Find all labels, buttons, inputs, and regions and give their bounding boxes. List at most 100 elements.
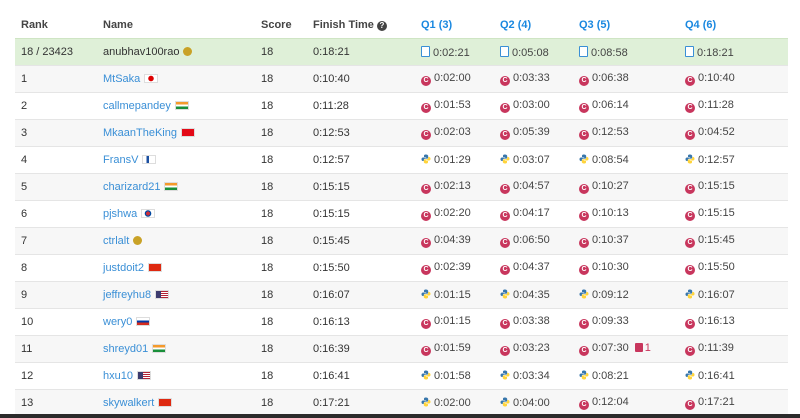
username-link[interactable]: FransV <box>103 154 138 166</box>
q4-cell[interactable]: C 0:10:40 <box>679 65 788 93</box>
q2-cell[interactable]: 0:04:35 <box>494 281 573 309</box>
q-time: 0:17:21 <box>698 396 735 408</box>
name-cell: FransV <box>97 146 255 174</box>
header-q2[interactable]: Q2 (4) <box>494 12 573 39</box>
q4-cell[interactable]: 0:16:07 <box>679 281 788 309</box>
rank-cell: 9 <box>15 281 97 309</box>
header-finish-time: Finish Time? <box>307 12 415 39</box>
table-row: 11 shreyd01 18 0:16:39 C 0:01:59 C 0:03:23 C 0:07… <box>15 335 788 363</box>
q-time: 0:04:39 <box>434 234 471 246</box>
header-q1[interactable]: Q1 (3) <box>415 12 494 39</box>
q2-cell[interactable]: C 0:03:33 <box>494 65 573 93</box>
q3-cell[interactable]: 0:08:54 <box>573 146 679 174</box>
username-link[interactable]: hxu10 <box>103 370 133 382</box>
finish-time-cell: 0:15:50 <box>307 254 415 282</box>
username-link[interactable]: ctrlalt <box>103 235 129 247</box>
q3-cell[interactable]: C 0:07:30 1 <box>573 335 679 363</box>
username-link[interactable]: skywalkert <box>103 397 154 409</box>
username-link[interactable]: MtSaka <box>103 73 140 85</box>
q-time: 0:11:39 <box>698 342 734 354</box>
q-time: 0:07:30 <box>592 342 629 354</box>
q4-cell[interactable]: C 0:11:28 <box>679 92 788 120</box>
q3-cell[interactable]: C 0:10:13 <box>573 200 679 228</box>
q2-cell[interactable]: C 0:04:57 <box>494 173 573 201</box>
q4-cell[interactable]: C 0:11:39 <box>679 335 788 363</box>
username-link[interactable]: wery0 <box>103 316 132 328</box>
q3-cell[interactable]: 0:08:58 <box>573 38 679 66</box>
q4-cell[interactable]: 0:18:21 <box>679 38 788 66</box>
q-time: 0:02:00 <box>434 397 471 409</box>
python-icon <box>421 370 431 380</box>
q2-cell[interactable]: C 0:05:39 <box>494 119 573 147</box>
q2-cell[interactable]: C 0:03:00 <box>494 92 573 120</box>
q4-cell[interactable]: C 0:15:45 <box>679 227 788 255</box>
username-link[interactable]: pjshwa <box>103 208 137 220</box>
help-icon[interactable]: ? <box>376 21 387 31</box>
q3-cell[interactable]: C 0:06:38 <box>573 65 679 93</box>
username-link[interactable]: shreyd01 <box>103 343 148 355</box>
q1-cell[interactable]: 0:01:58 <box>415 362 494 390</box>
korea-flag <box>141 209 156 218</box>
q2-cell[interactable]: 0:03:07 <box>494 146 573 174</box>
q2-cell[interactable]: C 0:03:38 <box>494 308 573 336</box>
q1-cell[interactable]: C 0:01:15 <box>415 308 494 336</box>
q1-cell[interactable]: C 0:01:59 <box>415 335 494 363</box>
q2-cell[interactable]: C 0:04:17 <box>494 200 573 228</box>
q4-cell[interactable]: C 0:15:15 <box>679 173 788 201</box>
username-link[interactable]: callmepandey <box>103 100 171 112</box>
q2-cell[interactable]: C 0:06:50 <box>494 227 573 255</box>
username-link[interactable]: jeffreyhu8 <box>103 289 151 301</box>
q1-cell[interactable]: 0:01:29 <box>415 146 494 174</box>
q-time: 0:12:57 <box>698 154 735 166</box>
header-q3[interactable]: Q3 (5) <box>573 12 679 39</box>
table-row: 6 pjshwa 18 0:15:15 C 0:02:20 C 0:04:17 C 0:10:13… <box>15 200 788 228</box>
q3-cell[interactable]: C 0:10:30 <box>573 254 679 282</box>
q1-cell[interactable]: C 0:02:13 <box>415 173 494 201</box>
q1-cell[interactable]: C 0:02:00 <box>415 65 494 93</box>
q1-cell[interactable]: C 0:01:53 <box>415 92 494 120</box>
q-time: 0:04:37 <box>513 261 550 273</box>
russia-flag <box>136 317 151 326</box>
avatar-badge-icon <box>183 47 193 56</box>
username: anubhav100rao <box>103 46 180 58</box>
q3-cell[interactable]: C 0:06:14 <box>573 92 679 120</box>
q1-cell[interactable]: C 0:04:39 <box>415 227 494 255</box>
q3-cell[interactable]: C 0:09:33 <box>573 308 679 336</box>
header-q4[interactable]: Q4 (6) <box>679 12 788 39</box>
q1-cell[interactable]: C 0:02:20 <box>415 200 494 228</box>
username-link[interactable]: charizard21 <box>103 181 160 193</box>
q4-cell[interactable]: C 0:15:50 <box>679 254 788 282</box>
q3-cell[interactable]: C 0:12:53 <box>573 119 679 147</box>
score-cell: 18 <box>255 281 307 309</box>
q3-cell[interactable]: 0:08:21 <box>573 362 679 390</box>
q1-cell[interactable]: C 0:02:03 <box>415 119 494 147</box>
table-row: 13 skywalkert 18 0:17:21 0:02:00 0:04:00 C 0:12… <box>15 389 788 416</box>
rank-cell: 1 <box>15 65 97 93</box>
q4-cell[interactable]: C 0:17:21 <box>679 389 788 416</box>
q4-cell[interactable]: C 0:04:52 <box>679 119 788 147</box>
python-icon <box>500 154 510 164</box>
q3-cell[interactable]: C 0:12:04 <box>573 389 679 416</box>
q2-cell[interactable]: C 0:04:37 <box>494 254 573 282</box>
q4-cell[interactable]: C 0:16:13 <box>679 308 788 336</box>
cpp-icon: C <box>579 211 589 221</box>
q1-cell[interactable]: 0:01:15 <box>415 281 494 309</box>
q3-cell[interactable]: 0:09:12 <box>573 281 679 309</box>
q4-cell[interactable]: C 0:15:15 <box>679 200 788 228</box>
q3-cell[interactable]: C 0:10:37 <box>573 227 679 255</box>
q-time: 0:16:07 <box>698 289 735 301</box>
username-link[interactable]: justdoit2 <box>103 262 144 274</box>
q2-cell[interactable]: 0:03:34 <box>494 362 573 390</box>
username-link[interactable]: MkaanTheKing <box>103 127 177 139</box>
q1-cell[interactable]: C 0:02:39 <box>415 254 494 282</box>
q-time: 0:01:29 <box>434 154 471 166</box>
q1-cell[interactable]: 0:02:21 <box>415 38 494 66</box>
q2-cell[interactable]: C 0:03:23 <box>494 335 573 363</box>
q4-cell[interactable]: 0:16:41 <box>679 362 788 390</box>
q2-cell[interactable]: 0:05:08 <box>494 38 573 66</box>
q1-cell[interactable]: 0:02:00 <box>415 389 494 416</box>
q2-cell[interactable]: 0:04:00 <box>494 389 573 416</box>
contest-ranking-page: Rank Name Score Finish Time? Q1 (3) Q2 (… <box>0 0 800 418</box>
q4-cell[interactable]: 0:12:57 <box>679 146 788 174</box>
q3-cell[interactable]: C 0:10:27 <box>573 173 679 201</box>
